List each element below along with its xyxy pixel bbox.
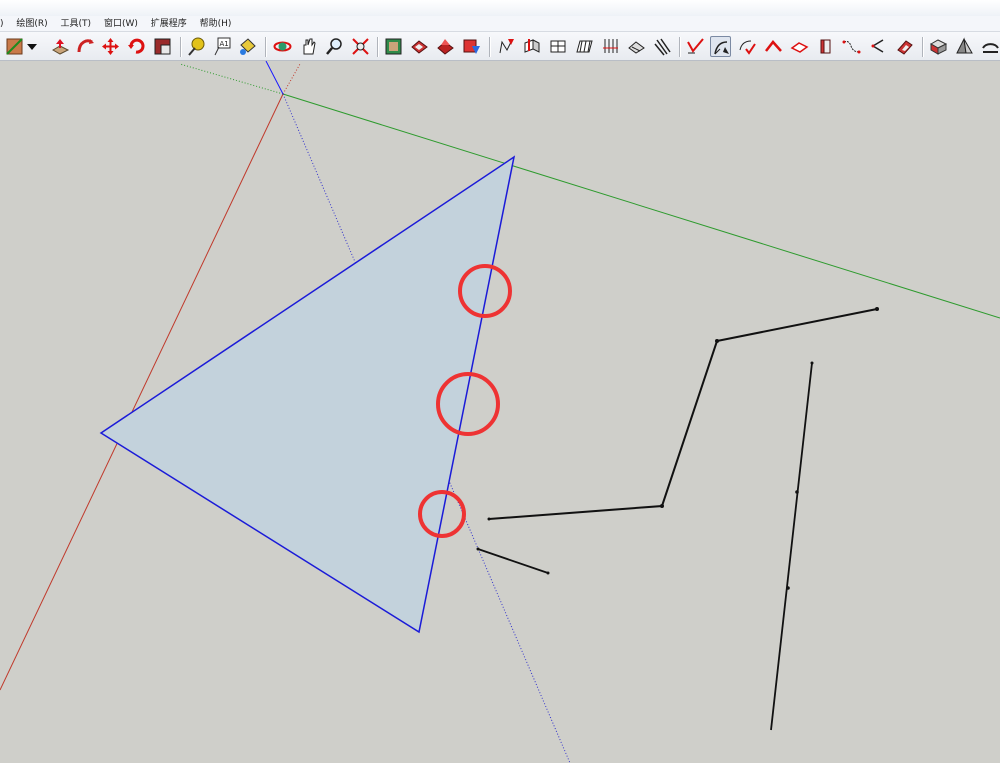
window-title-strip — [0, 0, 1000, 16]
triangle-face[interactable] — [99, 155, 516, 634]
fillet-icon[interactable] — [894, 36, 915, 57]
3d-viewport[interactable] — [0, 61, 1000, 763]
toolbar-separator — [922, 37, 924, 57]
vertex — [786, 586, 790, 590]
pan-icon[interactable] — [298, 36, 319, 57]
extrude-icon[interactable] — [815, 36, 836, 57]
toolbar-separator — [180, 37, 182, 57]
solid-tools-icon[interactable] — [928, 36, 949, 57]
vertex — [476, 547, 480, 551]
zigzag-polyline[interactable] — [488, 308, 878, 520]
toolbar-separator — [489, 37, 491, 57]
vertex — [715, 339, 719, 343]
zoom-extents-icon[interactable] — [350, 36, 371, 57]
scale-icon[interactable] — [152, 36, 173, 57]
flip-edge-icon[interactable] — [652, 36, 673, 57]
toolbar-separator — [265, 37, 267, 57]
sandbox-from-scratch-icon[interactable] — [521, 36, 542, 57]
menu-item-partial[interactable]: ) — [0, 16, 9, 32]
vertex — [660, 504, 664, 508]
bend-icon[interactable] — [867, 36, 888, 57]
zoom-icon[interactable] — [324, 36, 345, 57]
vertex — [875, 307, 879, 311]
menu-item-draw[interactable]: 绘图(R) — [11, 16, 52, 32]
drape-icon[interactable] — [600, 36, 621, 57]
toolbar-separator — [679, 37, 681, 57]
red-axis-negative — [282, 63, 301, 95]
text-label-icon[interactable]: A1 — [211, 36, 232, 57]
orbit-icon[interactable] — [272, 36, 293, 57]
main-toolbar: A1 — [0, 32, 1000, 61]
short-line[interactable] — [477, 548, 549, 574]
warehouse-icon[interactable] — [409, 36, 430, 57]
menu-item-extensions[interactable]: 扩展程序 — [146, 16, 192, 32]
model-canvas — [0, 61, 1000, 763]
add-detail-icon[interactable] — [626, 36, 647, 57]
vertex — [546, 571, 550, 575]
tape-measure-icon[interactable] — [186, 36, 207, 57]
smoove-icon[interactable] — [548, 36, 569, 57]
rotate-icon[interactable] — [126, 36, 147, 57]
follow-me-icon[interactable] — [75, 36, 96, 57]
dropdown-arrow-icon[interactable] — [25, 36, 39, 57]
face-tool-icon[interactable] — [789, 36, 810, 57]
green-axis-negative — [179, 63, 284, 95]
menu-item-help[interactable]: 帮助(H) — [195, 16, 237, 32]
menu-item-window[interactable]: 窗口(W) — [99, 16, 143, 32]
long-line[interactable] — [770, 362, 813, 731]
share-model-icon[interactable] — [435, 36, 456, 57]
arc-edge-icon[interactable] — [980, 36, 1000, 57]
blue-axis — [265, 61, 284, 95]
paint-bucket-icon[interactable] — [237, 36, 258, 57]
vertex — [795, 490, 799, 494]
sandbox-from-contours-icon[interactable] — [496, 36, 517, 57]
curve-icon[interactable] — [841, 36, 862, 57]
roof-icon[interactable] — [763, 36, 784, 57]
vertex — [487, 517, 491, 521]
scenes-icon[interactable] — [383, 36, 404, 57]
toolbar-separator — [377, 37, 379, 57]
push-pull-icon[interactable] — [50, 36, 71, 57]
extension-warehouse-icon[interactable] — [461, 36, 482, 57]
arc-tool-icon[interactable] — [710, 36, 731, 57]
svg-text:A1: A1 — [220, 40, 229, 48]
section-icon[interactable] — [954, 36, 975, 57]
line-tool-icon[interactable] — [4, 36, 25, 57]
menu-item-tools[interactable]: 工具(T) — [56, 16, 97, 32]
stamp-icon[interactable] — [574, 36, 595, 57]
check-edge-icon[interactable] — [737, 36, 758, 57]
menu-bar: ) 绘图(R) 工具(T) 窗口(W) 扩展程序 帮助(H) — [0, 16, 1000, 32]
weld-icon[interactable] — [685, 36, 706, 57]
move-icon[interactable] — [100, 36, 121, 57]
vertex — [810, 361, 814, 365]
